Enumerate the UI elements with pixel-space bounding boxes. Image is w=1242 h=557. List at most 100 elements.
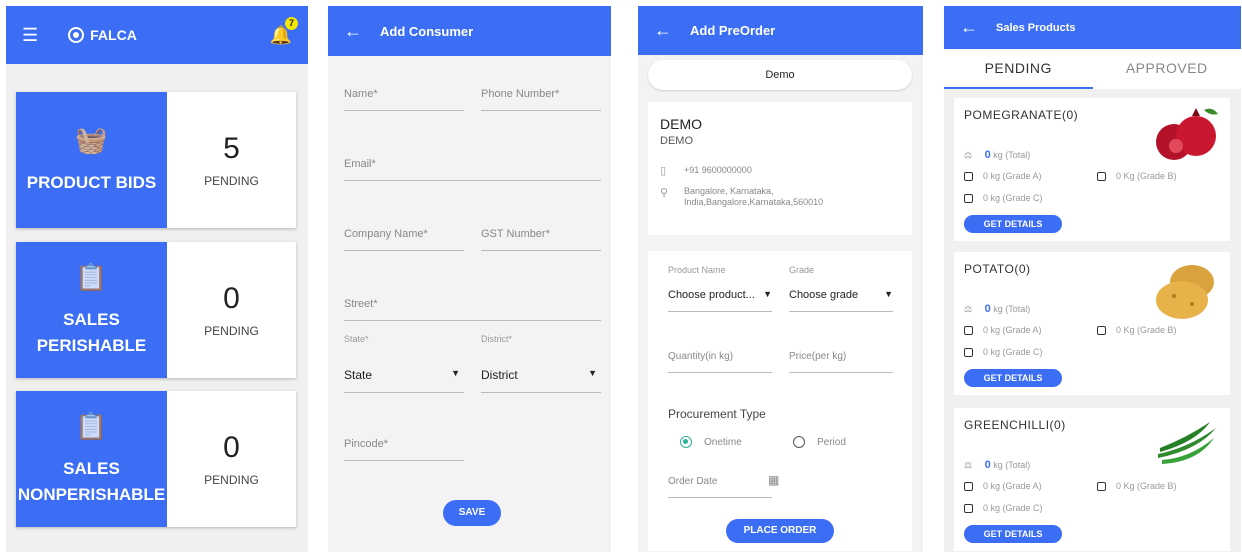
hand-truck-icon: 📋: [75, 261, 108, 292]
total-row: ⚖ 0 kg (Total): [964, 459, 1030, 471]
company-name-field[interactable]: Company Name*: [344, 228, 464, 251]
grade-a-value: 0 kg (Grade A): [983, 325, 1042, 335]
district-select[interactable]: District ▼: [481, 368, 601, 393]
hamburger-menu-icon[interactable]: ☰: [22, 25, 38, 46]
checkbox-icon: [964, 482, 973, 492]
total-row: ⚖ 0 kg (Total): [964, 303, 1030, 315]
address-line2: India,Bangalore,Karnataka,560010: [684, 197, 824, 207]
grade-c-row: 0 kg (Grade C): [964, 193, 1043, 204]
grade-a-value: 0 kg (Grade A): [983, 171, 1042, 181]
state-value: State: [344, 368, 373, 382]
onetime-radio[interactable]: [680, 436, 692, 448]
procurement-type-label: Procurement Type: [668, 407, 766, 421]
product-name: GREENCHILLI(0): [964, 418, 1066, 432]
total-value: 0: [984, 303, 991, 315]
quantity-field[interactable]: Quantity(in kg): [668, 351, 772, 373]
get-details-button[interactable]: GET DETAILS: [964, 525, 1062, 543]
product-select[interactable]: Choose product... ▼: [668, 289, 772, 312]
basket-icon: 🧺: [75, 124, 108, 155]
tab-bar: PENDING APPROVED: [944, 49, 1241, 89]
product-bids-card[interactable]: 🧺 PRODUCT BIDS 5 PENDING: [16, 92, 296, 228]
scale-icon: ⚖: [964, 150, 973, 160]
state-select[interactable]: State ▼: [344, 368, 464, 393]
top-app-bar: ☰ FALCA 🔔 7: [6, 6, 308, 64]
grade-b-row: 0 Kg (Grade B): [1097, 171, 1177, 182]
card-count-panel: 0 PENDING: [167, 242, 296, 378]
tab-pending[interactable]: PENDING: [944, 49, 1093, 89]
grade-label: Grade: [789, 265, 815, 275]
period-radio[interactable]: [793, 436, 805, 448]
checkbox-icon: [964, 172, 973, 182]
customer-selector[interactable]: Demo: [648, 60, 912, 90]
product-name: POTATO(0): [964, 262, 1031, 276]
gst-number-field[interactable]: GST Number*: [481, 228, 601, 251]
product-value: Choose product...: [668, 289, 755, 301]
card-count-panel: 5 PENDING: [167, 92, 296, 228]
back-arrow-icon[interactable]: ←: [960, 17, 978, 38]
card-label-panel: 🧺 PRODUCT BIDS: [16, 92, 167, 228]
tab-approved[interactable]: APPROVED: [1093, 49, 1242, 89]
screen-title: Add Consumer: [380, 23, 474, 39]
card-status: PENDING: [204, 174, 259, 188]
checkbox-icon: [964, 504, 973, 514]
product-card-pomegranate: POMEGRANATE(0) ⚖ 0 kg (Total) 0 kg (Grad…: [954, 98, 1230, 241]
total-value: 0: [984, 459, 991, 471]
back-arrow-icon[interactable]: ←: [344, 21, 362, 42]
total-unit: kg (Total): [993, 150, 1031, 160]
product-name: POMEGRANATE(0): [964, 108, 1079, 122]
period-label: Period: [817, 437, 846, 448]
district-value: District: [481, 368, 518, 382]
grade-c-row: 0 kg (Grade C): [964, 347, 1043, 358]
name-field[interactable]: Name*: [344, 88, 464, 111]
checkbox-icon: [1097, 326, 1106, 336]
grade-a-row: 0 kg (Grade A): [964, 171, 1042, 182]
price-field[interactable]: Price(per kg): [789, 351, 893, 373]
order-date-field[interactable]: Order Date: [668, 476, 772, 498]
grade-b-value: 0 Kg (Grade B): [1116, 171, 1177, 181]
customer-subtitle: DEMO: [660, 135, 693, 147]
app-name: FALCA: [90, 27, 137, 43]
dropdown-caret-icon: ▼: [451, 368, 460, 378]
email-field[interactable]: Email*: [344, 158, 601, 181]
app-logo: FALCA: [68, 27, 137, 43]
grade-select[interactable]: Choose grade ▼: [789, 289, 893, 312]
location-pin-icon: ⚲: [660, 187, 669, 199]
get-details-button[interactable]: GET DETAILS: [964, 369, 1062, 387]
card-count: 0: [223, 431, 240, 464]
grade-b-row: 0 Kg (Grade B): [1097, 481, 1177, 492]
product-card-potato: POTATO(0) ⚖ 0 kg (Total) 0 kg (Grade A) …: [954, 252, 1230, 395]
checkbox-icon: [1097, 172, 1106, 182]
dropdown-caret-icon: ▼: [588, 368, 597, 378]
phone-number-field[interactable]: Phone Number*: [481, 88, 601, 111]
get-details-button[interactable]: GET DETAILS: [964, 215, 1062, 233]
scale-icon: ⚖: [964, 460, 973, 470]
grade-c-value: 0 kg (Grade C): [983, 193, 1043, 203]
dropdown-caret-icon: ▼: [884, 289, 893, 299]
product-card-greenchilli: GREENCHILLI(0) ⚖ 0 kg (Total) 0 kg (Grad…: [954, 408, 1230, 551]
dropdown-caret-icon: ▼: [763, 289, 772, 299]
calendar-icon[interactable]: ▦: [768, 473, 779, 487]
grade-a-value: 0 kg (Grade A): [983, 481, 1042, 491]
place-order-button[interactable]: PLACE ORDER: [726, 519, 834, 543]
sales-products-screen: ← Sales Products PENDING APPROVED POMEGR…: [944, 6, 1241, 552]
onetime-label: Onetime: [704, 437, 742, 448]
pincode-field[interactable]: Pincode*: [344, 438, 464, 461]
district-label: District*: [481, 334, 512, 344]
sales-perishable-card[interactable]: 📋 SALES PERISHABLE 0 PENDING: [16, 242, 296, 378]
notification-count-badge: 7: [285, 16, 298, 30]
back-arrow-icon[interactable]: ←: [654, 20, 672, 41]
product-name-label: Product Name: [668, 265, 726, 275]
address-line1: Bangalore, Karnataka,: [684, 186, 774, 196]
customer-name: DEMO: [660, 116, 702, 132]
card-label-line1: SALES: [63, 309, 120, 329]
card-count: 5: [223, 132, 240, 165]
street-field[interactable]: Street*: [344, 298, 601, 321]
potato-image: [1156, 265, 1214, 319]
sales-nonperishable-card[interactable]: 📋 SALES NONPERISHABLE 0 PENDING: [16, 391, 296, 527]
grade-b-row: 0 Kg (Grade B): [1097, 325, 1177, 336]
notification-bell-icon[interactable]: 🔔 7: [270, 16, 298, 46]
scale-icon: ⚖: [964, 304, 973, 314]
grade-b-value: 0 Kg (Grade B): [1116, 325, 1177, 335]
screen-title: Sales Products: [996, 21, 1076, 34]
save-button[interactable]: SAVE: [443, 500, 501, 526]
